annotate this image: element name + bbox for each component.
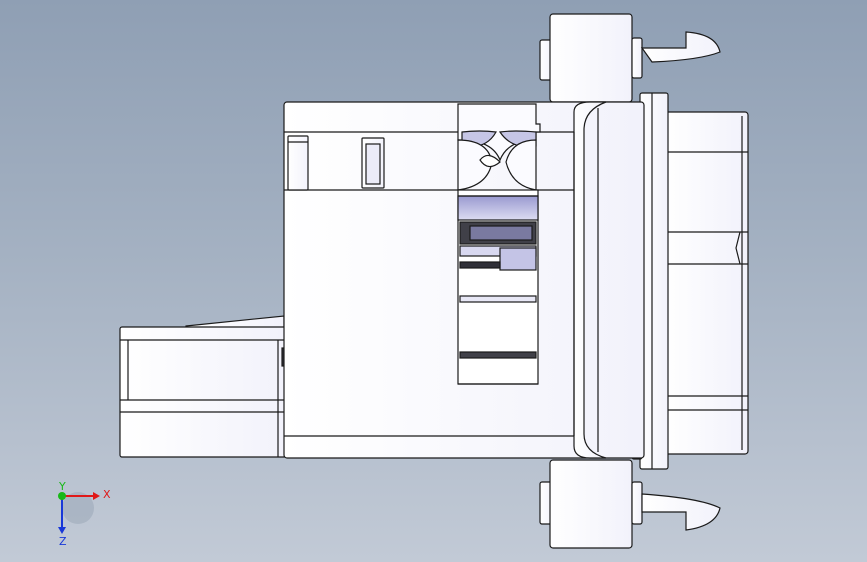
x-axis-label: X xyxy=(103,488,111,501)
y-axis-dot xyxy=(58,492,66,500)
connector-drawing: X Y Z xyxy=(58,13,749,549)
left-plug-stub xyxy=(119,315,287,458)
y-axis-label: Y xyxy=(58,480,66,493)
z-axis-label: Z xyxy=(59,535,67,548)
terminal-slot xyxy=(457,103,541,385)
bottom-latch-clip xyxy=(539,459,721,549)
cad-viewport[interactable]: X Y Z xyxy=(0,0,867,562)
rear-cable-housing xyxy=(663,111,749,455)
coordinate-triad: X Y Z xyxy=(58,480,111,548)
top-latch-clip xyxy=(539,13,721,103)
